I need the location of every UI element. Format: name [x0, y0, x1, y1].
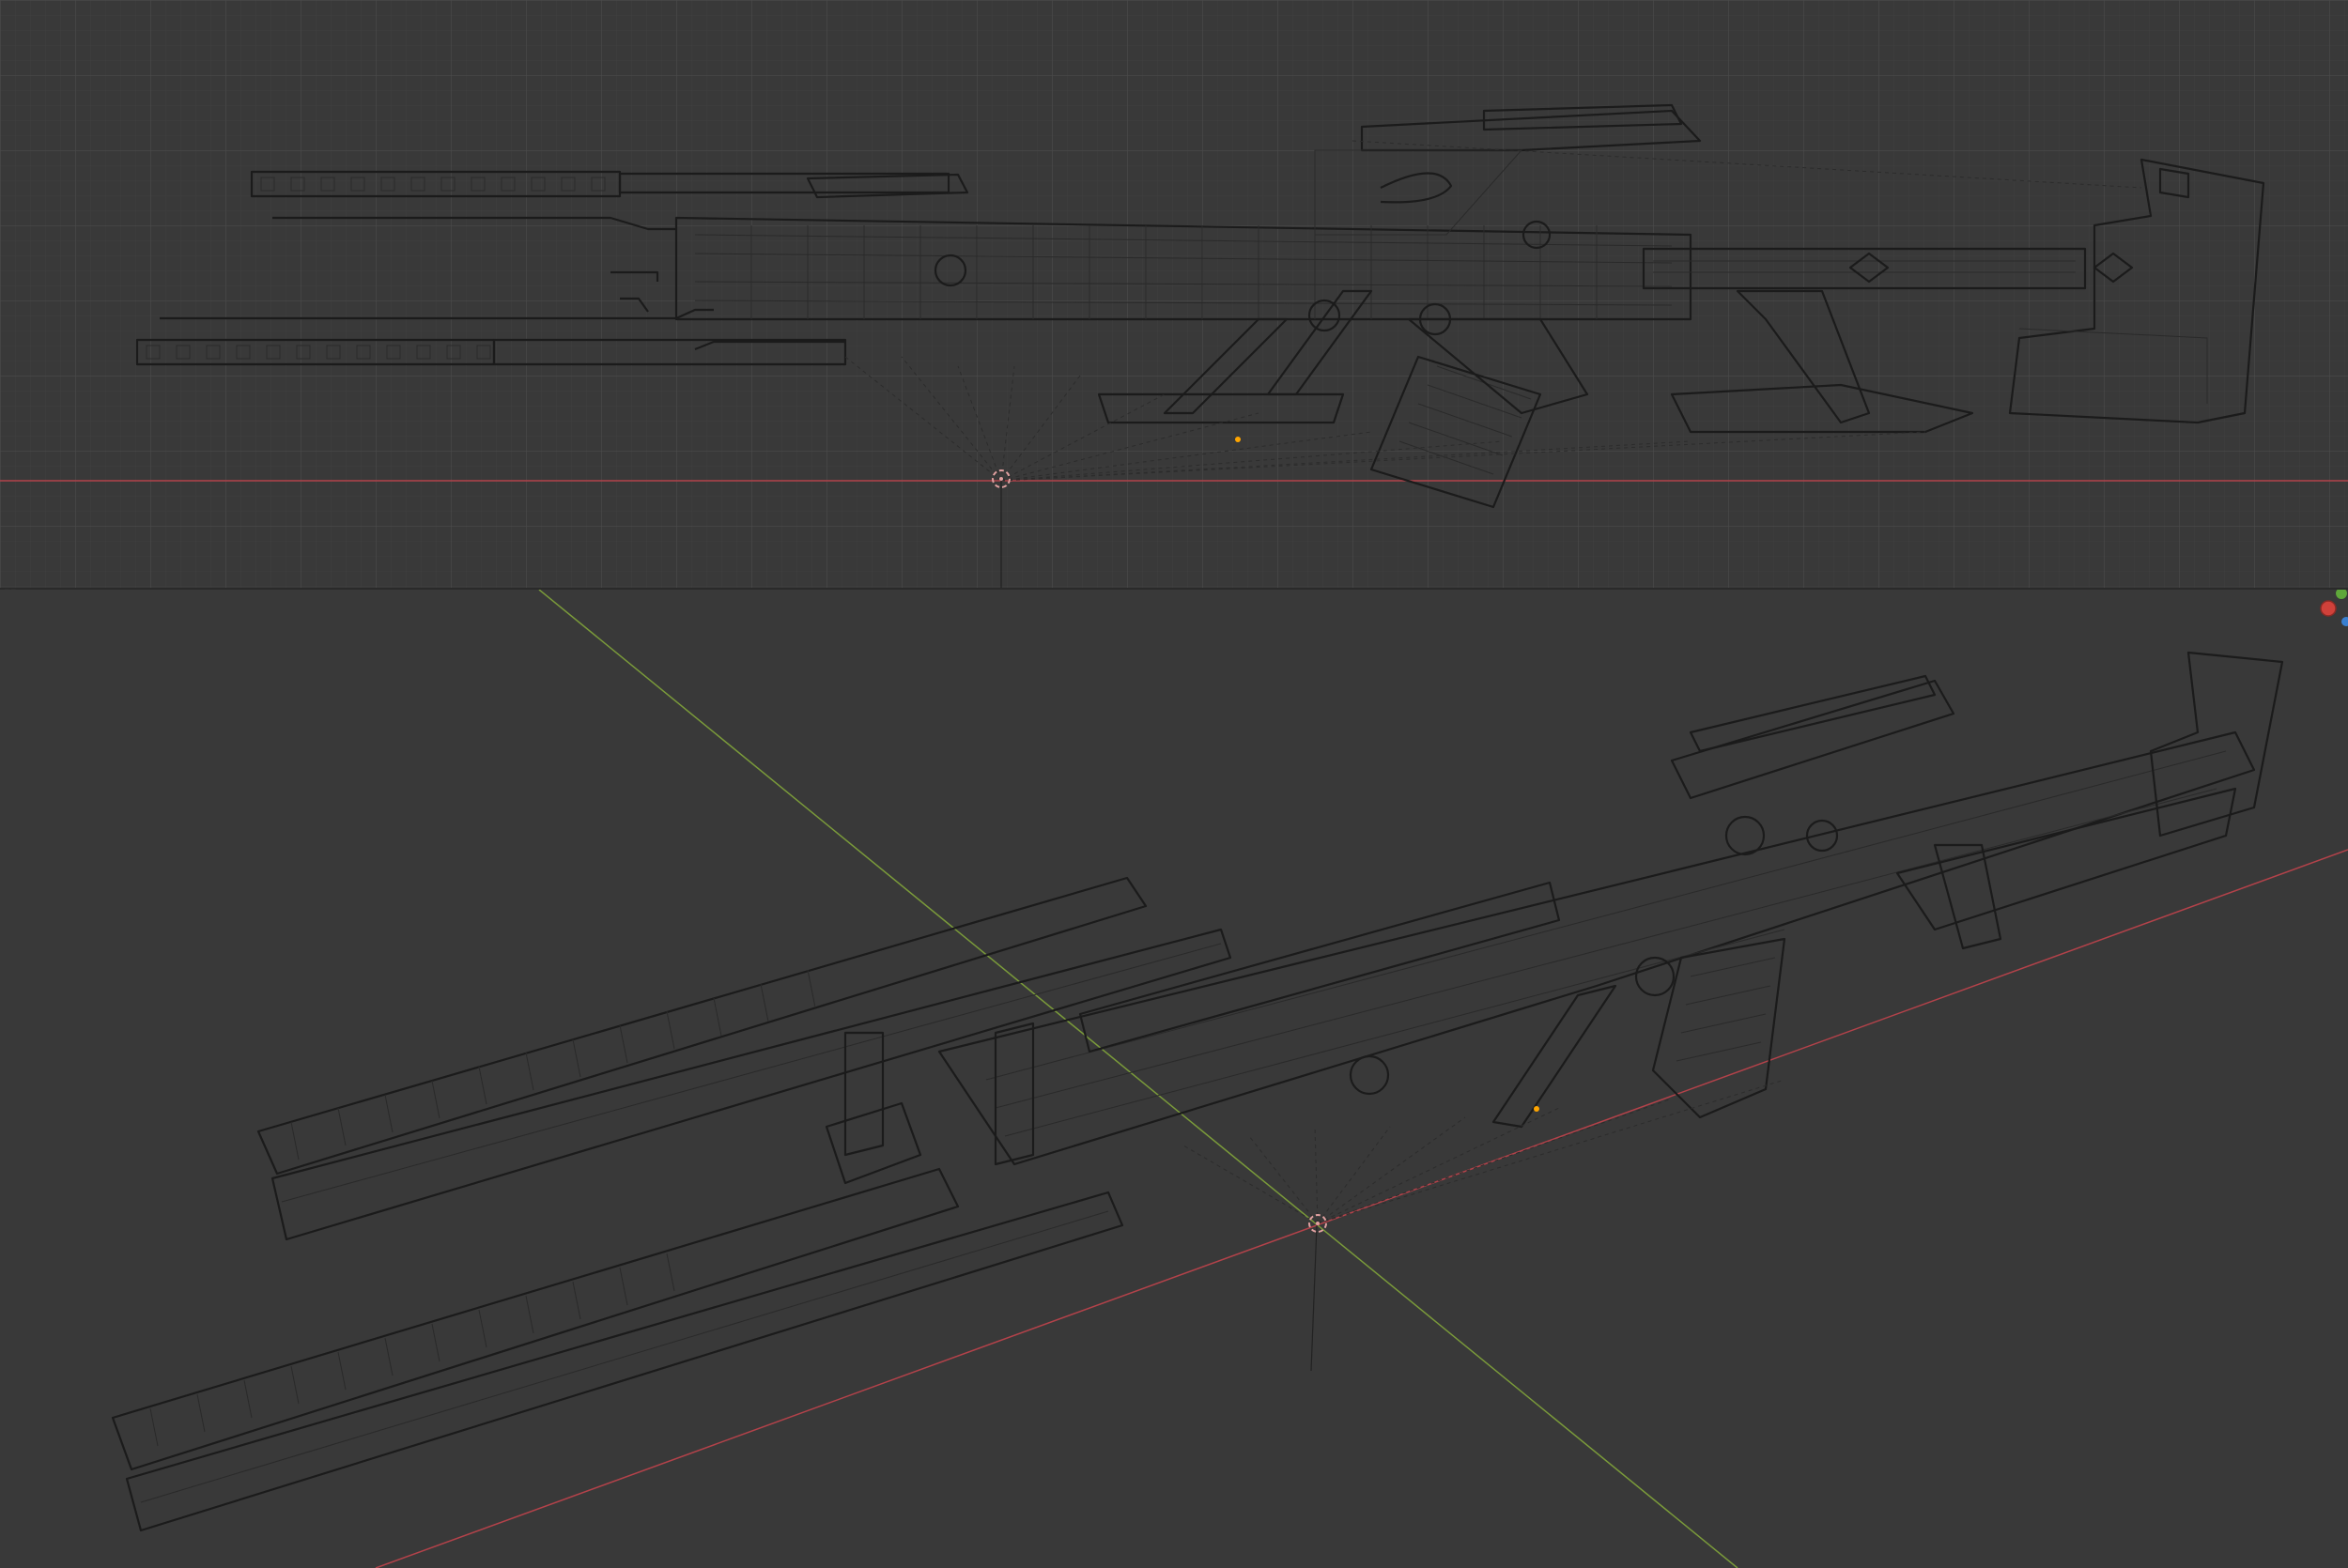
viewport-side-ortho[interactable] [0, 0, 2348, 588]
viewport-perspective-canvas[interactable] [0, 590, 2348, 1568]
viewport-side-canvas[interactable] [0, 0, 2348, 588]
origin-dot-icon [1534, 1106, 1539, 1112]
origin-dot-icon [1235, 437, 1241, 442]
grid-floor [0, 0, 2348, 588]
viewport-perspective[interactable] [0, 590, 2348, 1568]
